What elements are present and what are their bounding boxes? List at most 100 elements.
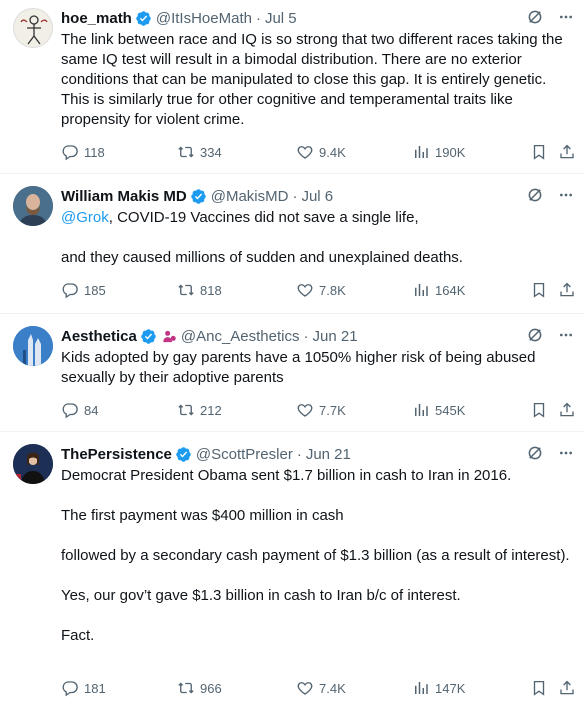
bookmark-button[interactable] bbox=[530, 679, 548, 697]
avatar-image bbox=[13, 326, 53, 366]
tweet-text: Kids adopted by gay parents have a 1050%… bbox=[61, 348, 576, 388]
handle[interactable]: @ItIsHoeMath bbox=[156, 10, 252, 27]
avatar[interactable] bbox=[13, 326, 53, 366]
more-options-icon[interactable] bbox=[558, 9, 574, 25]
tweet[interactable]: ThePersistence @ScottPresler · Jun 21 De… bbox=[0, 432, 584, 705]
tweet-paragraph: The first payment was $400 million in ca… bbox=[61, 507, 344, 524]
reply-count: 185 bbox=[84, 282, 106, 298]
reply-button[interactable]: 181 bbox=[61, 679, 106, 697]
repost-count: 212 bbox=[200, 402, 222, 418]
reply-count: 181 bbox=[84, 680, 106, 696]
timestamp[interactable]: Jul 5 bbox=[265, 10, 297, 27]
tweet-paragraph: The link between race and IQ is so stron… bbox=[61, 31, 563, 128]
share-button[interactable] bbox=[558, 143, 576, 161]
timestamp[interactable]: Jun 21 bbox=[306, 446, 351, 463]
repost-icon bbox=[177, 401, 195, 419]
share-icon bbox=[558, 679, 576, 697]
reply-icon bbox=[61, 679, 79, 697]
action-bar: 185 818 7.8K 164K bbox=[61, 280, 578, 300]
more-options-icon[interactable] bbox=[558, 187, 574, 203]
views-count: 147K bbox=[435, 680, 466, 696]
repost-button[interactable]: 212 bbox=[177, 401, 222, 419]
avatar-image bbox=[13, 186, 53, 226]
avatar[interactable] bbox=[13, 8, 53, 48]
display-name[interactable]: hoe_math bbox=[61, 10, 132, 27]
reply-button[interactable]: 118 bbox=[61, 143, 105, 161]
tweet-text: @Grok, COVID-19 Vaccines did not save a … bbox=[61, 208, 576, 268]
tweet-header: hoe_math @ItIsHoeMath · Jul 5 bbox=[61, 8, 574, 28]
views-button[interactable]: 164K bbox=[412, 281, 465, 299]
bookmark-button[interactable] bbox=[530, 281, 548, 299]
grok-icon[interactable] bbox=[526, 326, 544, 344]
tweet[interactable]: hoe_math @ItIsHoeMath · Jul 5 The link b… bbox=[0, 0, 584, 174]
views-count: 545K bbox=[435, 402, 466, 418]
views-icon bbox=[412, 679, 430, 697]
views-button[interactable]: 545K bbox=[412, 401, 465, 419]
tweet-paragraph: Democrat President Obama sent $1.7 billi… bbox=[61, 467, 512, 484]
bookmark-icon bbox=[530, 281, 548, 299]
avatar[interactable] bbox=[13, 444, 53, 484]
tweet-text: Democrat President Obama sent $1.7 billi… bbox=[61, 466, 576, 646]
reply-icon bbox=[61, 281, 79, 299]
person-icon bbox=[163, 330, 176, 342]
separator-dot: · bbox=[255, 9, 261, 27]
tweet-header: Aesthetica @Anc_Aesthetics · Jun 21 bbox=[61, 326, 574, 346]
tweet-paragraph-text: , COVID-19 Vaccines did not save a singl… bbox=[108, 209, 419, 226]
more-options-icon[interactable] bbox=[558, 445, 574, 461]
repost-button[interactable]: 818 bbox=[177, 281, 222, 299]
handle[interactable]: @Anc_Aesthetics bbox=[181, 328, 300, 345]
timestamp[interactable]: Jul 6 bbox=[301, 188, 333, 205]
repost-icon bbox=[177, 679, 195, 697]
tweet-paragraph: Yes, our gov’t gave $1.3 billion in cash… bbox=[61, 587, 461, 604]
views-count: 190K bbox=[435, 144, 466, 160]
display-name[interactable]: Aesthetica bbox=[61, 328, 137, 345]
reply-count: 84 bbox=[84, 402, 99, 418]
tweet[interactable]: William Makis MD @MakisMD · Jul 6 @Grok,… bbox=[0, 174, 584, 314]
tweet-paragraph: Fact. bbox=[61, 627, 95, 644]
display-name[interactable]: ThePersistence bbox=[61, 446, 172, 463]
views-button[interactable]: 147K bbox=[412, 679, 465, 697]
more-options-icon[interactable] bbox=[558, 327, 574, 343]
share-button[interactable] bbox=[558, 281, 576, 299]
grok-icon[interactable] bbox=[526, 186, 544, 204]
repost-count: 334 bbox=[200, 144, 222, 160]
display-name[interactable]: William Makis MD bbox=[61, 188, 187, 205]
grok-icon[interactable] bbox=[526, 444, 544, 462]
like-icon bbox=[296, 281, 314, 299]
tweet-paragraph: followed by a secondary cash payment of … bbox=[61, 547, 570, 564]
handle[interactable]: @ScottPresler bbox=[196, 446, 293, 463]
grok-icon[interactable] bbox=[526, 8, 544, 26]
share-icon bbox=[558, 281, 576, 299]
like-count: 7.8K bbox=[319, 282, 346, 298]
tweet-text: The link between race and IQ is so stron… bbox=[61, 30, 576, 130]
tweet-paragraph: Kids adopted by gay parents have a 1050%… bbox=[61, 349, 536, 386]
views-icon bbox=[412, 281, 430, 299]
like-count: 9.4K bbox=[319, 144, 346, 160]
like-icon bbox=[296, 401, 314, 419]
verified-badge-icon bbox=[190, 188, 207, 205]
avatar[interactable] bbox=[13, 186, 53, 226]
share-button[interactable] bbox=[558, 679, 576, 697]
like-button[interactable]: 7.8K bbox=[296, 281, 346, 299]
reply-button[interactable]: 84 bbox=[61, 401, 98, 419]
tweet-header: ThePersistence @ScottPresler · Jun 21 bbox=[61, 444, 574, 464]
action-bar: 84 212 7.7K 545K bbox=[61, 400, 578, 420]
like-button[interactable]: 7.7K bbox=[296, 401, 346, 419]
reply-button[interactable]: 185 bbox=[61, 281, 106, 299]
mention-link[interactable]: @Grok bbox=[61, 209, 109, 226]
repost-button[interactable]: 966 bbox=[177, 679, 222, 697]
verified-badge-icon bbox=[135, 10, 152, 27]
views-button[interactable]: 190K bbox=[412, 143, 465, 161]
bookmark-button[interactable] bbox=[530, 401, 548, 419]
timestamp[interactable]: Jun 21 bbox=[313, 328, 358, 345]
bookmark-button[interactable] bbox=[530, 143, 548, 161]
like-button[interactable]: 9.4K bbox=[296, 143, 346, 161]
like-button[interactable]: 7.4K bbox=[296, 679, 346, 697]
views-icon bbox=[412, 401, 430, 419]
handle[interactable]: @MakisMD bbox=[211, 188, 289, 205]
repost-button[interactable]: 334 bbox=[177, 143, 222, 161]
share-button[interactable] bbox=[558, 401, 576, 419]
tweet[interactable]: Aesthetica @Anc_Aesthetics · Jun 21 Kids… bbox=[0, 314, 584, 432]
like-icon bbox=[296, 679, 314, 697]
separator-dot: · bbox=[303, 327, 309, 345]
